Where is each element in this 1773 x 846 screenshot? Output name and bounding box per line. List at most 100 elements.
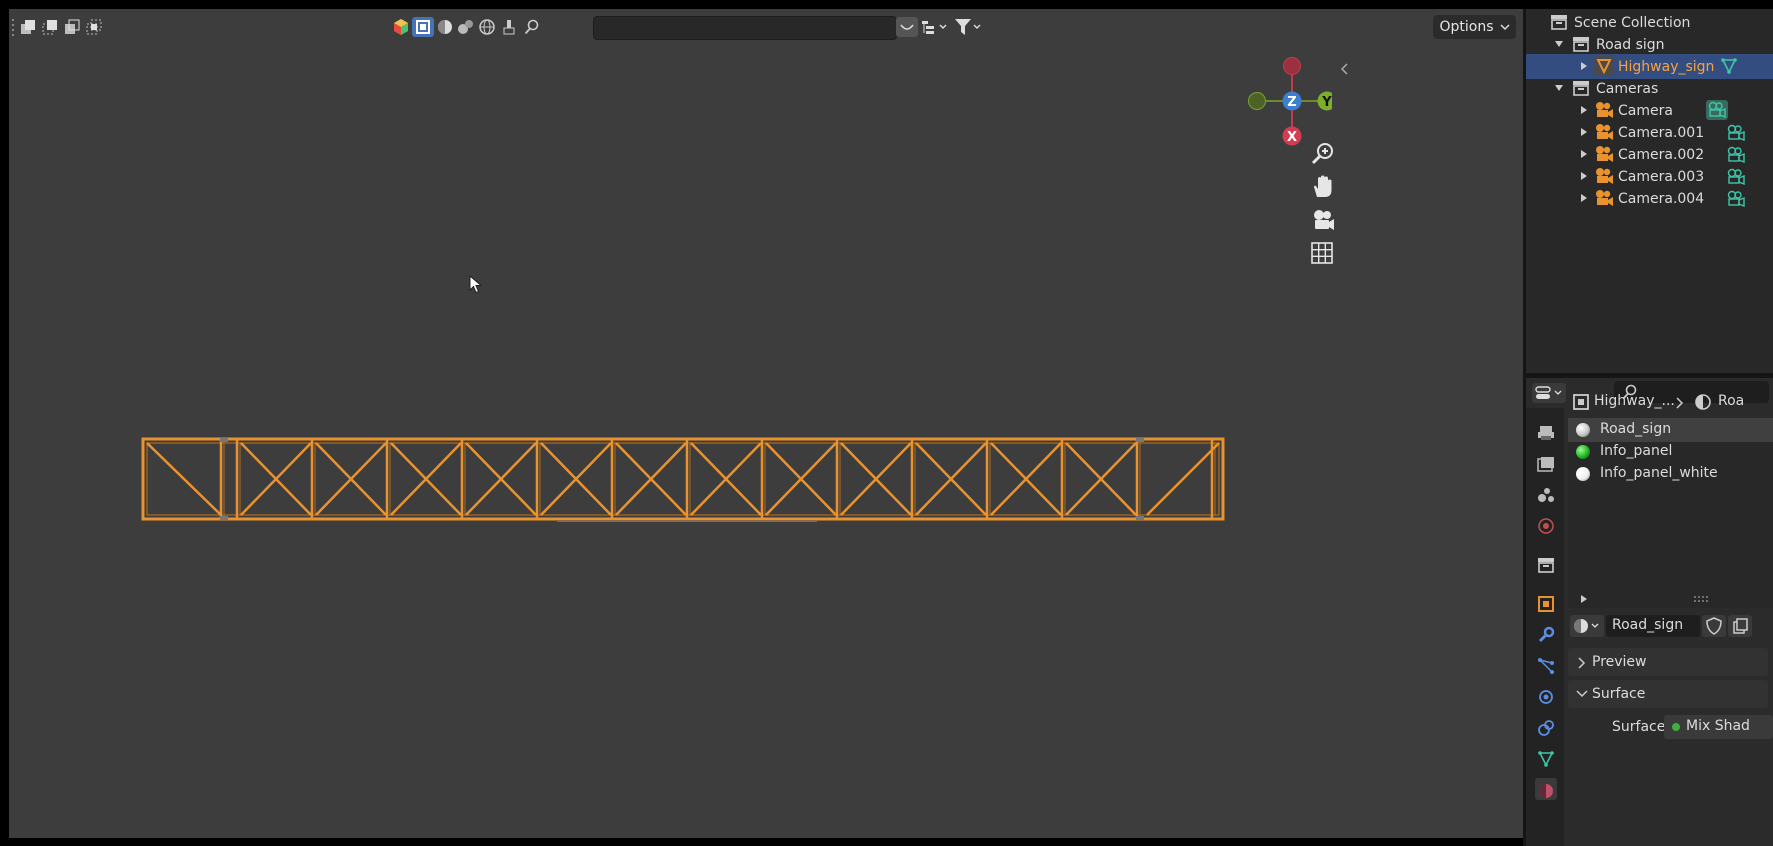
mesh-data-icon[interactable] (1721, 57, 1737, 75)
3d-viewport[interactable]: Options Z Y X (9, 9, 1523, 838)
gizmo-neg-z-icon[interactable] (1283, 57, 1301, 75)
sidebar-toggle-icon[interactable] (1340, 63, 1350, 75)
camera-data-icon[interactable] (1725, 167, 1747, 187)
material-sphere-icon (1576, 445, 1590, 459)
expand-triangle-icon[interactable] (1580, 594, 1588, 604)
surface-shader-value: Mix Shad (1686, 718, 1750, 734)
collapse-triangle-icon[interactable] (1554, 84, 1564, 92)
outliner-item-label: Camera.002 (1618, 146, 1705, 163)
tab-modifiers-wrench-icon[interactable] (1535, 624, 1557, 646)
expand-triangle-icon[interactable] (1580, 171, 1588, 181)
surface-shader-row: Surface Mix Shad (1568, 714, 1773, 740)
select-subtract-icon[interactable] (61, 17, 83, 37)
smooth-toggle-icon[interactable] (896, 17, 918, 37)
selectable-toggle-icon[interactable] (412, 17, 434, 37)
camera-data-icon[interactable] (1706, 100, 1728, 120)
section-title: Preview (1592, 654, 1647, 670)
solid-shading-icon[interactable] (434, 17, 456, 37)
collapse-triangle-icon[interactable] (1554, 40, 1564, 48)
expand-triangle-icon[interactable] (1580, 193, 1588, 203)
truss-joint (220, 516, 224, 520)
browse-material-dropdown[interactable] (1570, 615, 1604, 637)
truss-joint (1136, 516, 1140, 520)
tab-view-layer-icon[interactable] (1535, 484, 1557, 506)
viewport-header: Options (9, 9, 1523, 43)
paint-brush-icon[interactable] (498, 17, 520, 37)
ortho-grid-icon[interactable] (1311, 242, 1333, 264)
truss-diagonal (1146, 442, 1220, 516)
tab-collection-icon[interactable] (1535, 554, 1557, 576)
material-icon (1695, 394, 1711, 410)
tab-constraints-icon[interactable] (1535, 717, 1557, 739)
material-slot-info-panel-white[interactable]: Info_panel_white (1568, 462, 1773, 486)
preview-panel-header[interactable]: Preview (1568, 648, 1768, 676)
shader-socket-icon (1672, 723, 1680, 731)
tab-particles-icon[interactable] (1535, 655, 1557, 677)
tab-object-data-icon[interactable] (1535, 748, 1557, 770)
fake-user-shield-icon[interactable] (1702, 615, 1726, 637)
properties-content: Highway_... Roa Road_sign Info_panel Inf… (1568, 378, 1773, 846)
area-divider[interactable] (1523, 9, 1526, 846)
tab-scene-icon[interactable] (1535, 515, 1557, 537)
expand-triangle-icon[interactable] (1580, 127, 1588, 137)
material-datablock-row: Road_sign (1568, 614, 1773, 638)
material-slot-road-sign[interactable]: Road_sign (1568, 418, 1773, 442)
expand-triangle-icon[interactable] (1580, 149, 1588, 159)
properties-panel[interactable]: Highway_... Roa Road_sign Info_panel Inf… (1526, 378, 1773, 846)
material-preview-icon[interactable] (455, 17, 477, 37)
viewport-search-input[interactable] (593, 16, 897, 40)
material-slot-info-panel[interactable]: Info_panel (1568, 440, 1773, 464)
breadcrumb-chevron-icon (1676, 397, 1684, 409)
highway-sign-truss-object[interactable] (129, 425, 1229, 525)
camera-object-icon (1596, 168, 1613, 184)
outliner-item-camera-004[interactable]: Camera.004 (1526, 186, 1773, 211)
duplicate-material-icon[interactable] (1728, 615, 1752, 637)
navigation-gizmo[interactable]: Z Y X (1232, 47, 1332, 147)
select-new-icon[interactable] (17, 17, 39, 37)
outliner-item-label: Camera.001 (1618, 124, 1705, 141)
surface-panel-header[interactable]: Surface (1568, 680, 1768, 708)
collection-box-icon (1551, 15, 1567, 30)
camera-view-icon[interactable] (1311, 208, 1335, 232)
truss-joint (220, 438, 224, 442)
area-divider[interactable] (1526, 373, 1773, 378)
editor-type-dropdown[interactable] (1532, 383, 1566, 403)
resize-grip-icon[interactable] (1694, 596, 1708, 602)
select-intersect-icon[interactable] (83, 17, 105, 37)
select-extend-icon[interactable] (39, 17, 61, 37)
world-shading-icon[interactable] (476, 17, 498, 37)
material-slots-list[interactable]: Road_sign Info_panel Info_panel_white (1568, 418, 1773, 608)
truss-joint (224, 438, 228, 442)
collection-box-icon (1573, 37, 1589, 52)
filter-funnel-icon[interactable] (953, 17, 983, 37)
tab-output-icon[interactable] (1535, 453, 1557, 475)
expand-triangle-icon[interactable] (1580, 61, 1588, 71)
camera-data-icon[interactable] (1725, 123, 1747, 143)
tab-object-icon[interactable] (1535, 593, 1557, 615)
gizmo-neg-y-icon[interactable] (1248, 92, 1266, 110)
expand-triangle-icon[interactable] (1580, 105, 1588, 115)
outliner-panel[interactable]: Scene Collection Road sign Highway_sign … (1526, 9, 1773, 373)
camera-object-icon (1596, 146, 1613, 162)
surface-shader-dropdown[interactable]: Mix Shad (1664, 715, 1773, 739)
pan-hand-icon[interactable] (1311, 175, 1335, 199)
zoom-icon[interactable] (1311, 142, 1335, 166)
object-icon (1573, 394, 1589, 410)
tab-physics-icon[interactable] (1535, 686, 1557, 708)
gizmo-z-label: Z (1287, 95, 1296, 110)
tab-material-icon[interactable] (1535, 778, 1557, 800)
drag-handle[interactable] (11, 17, 15, 37)
options-dropdown[interactable]: Options (1433, 15, 1516, 39)
camera-data-icon[interactable] (1725, 189, 1747, 209)
search-icon (521, 17, 543, 37)
material-name-value: Road_sign (1612, 617, 1684, 633)
tab-render-icon[interactable] (1535, 422, 1557, 444)
object-type-visibility-icon[interactable] (390, 17, 412, 37)
outliner-item-label: Road sign (1596, 36, 1665, 53)
truss-diagonal (146, 442, 222, 516)
hierarchy-filter-icon[interactable] (920, 17, 950, 37)
collection-box-icon (1573, 81, 1589, 96)
camera-data-icon[interactable] (1725, 145, 1747, 165)
material-sphere-icon (1576, 467, 1590, 481)
material-name-field[interactable]: Road_sign (1606, 615, 1700, 637)
